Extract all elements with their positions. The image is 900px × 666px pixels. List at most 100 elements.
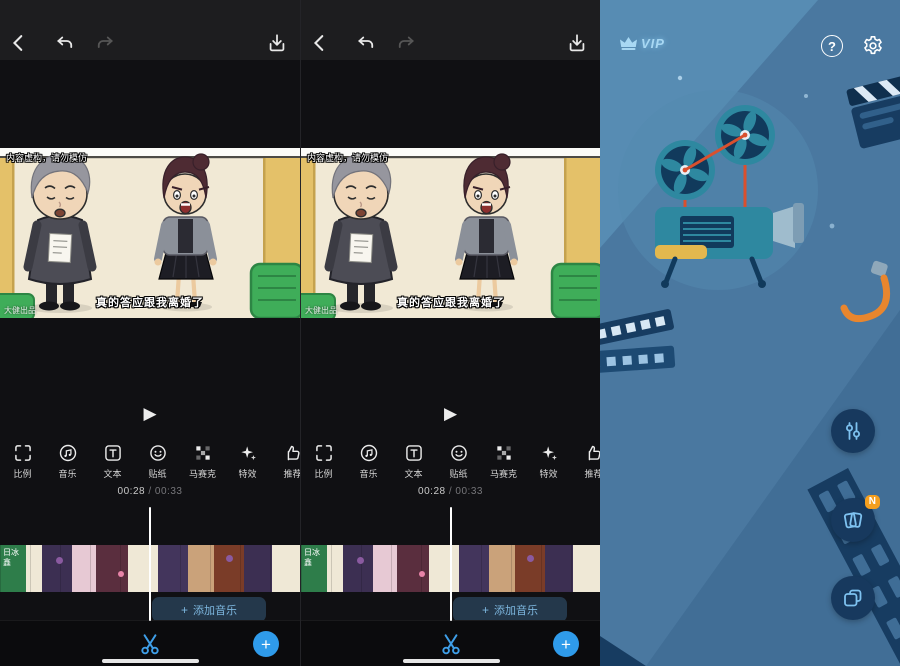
music-icon xyxy=(58,443,78,463)
home-illustration xyxy=(600,0,900,666)
clip-tag-text: 日冰鑫 xyxy=(3,548,25,568)
tool-label: 推荐 xyxy=(283,467,300,480)
tool-label: 特效 xyxy=(539,467,557,480)
editor-panel: 内容虚构，请勿模仿 真的答应跟我离婚了 大健出品 ▶ 比例 音乐 文本 贴纸 xyxy=(300,0,600,666)
sticker-icon xyxy=(449,443,469,463)
plus-icon: + xyxy=(561,636,571,653)
music-icon xyxy=(359,443,379,463)
ratio-icon xyxy=(13,443,33,463)
undo-icon[interactable] xyxy=(355,32,377,54)
tool-sticker[interactable]: 贴纸 xyxy=(135,438,180,484)
time-separator: / xyxy=(145,486,155,497)
thumbnail-figure xyxy=(527,555,534,562)
undo-icon[interactable] xyxy=(54,32,76,54)
plus-icon: + xyxy=(181,603,188,617)
export-icon[interactable] xyxy=(566,32,588,54)
subtitle-text: 真的答应跟我离婚了 xyxy=(301,294,600,310)
home-indicator xyxy=(102,659,199,663)
home-indicator xyxy=(403,659,500,663)
overlap-squares-icon xyxy=(841,586,865,610)
disclaimer-text: 内容虚构，请勿模仿 xyxy=(6,151,87,164)
tool-label: 特效 xyxy=(238,467,256,480)
time-current: 00:28 xyxy=(118,486,146,497)
time-display: 00:28 / 00:33 xyxy=(0,486,300,497)
tool-label: 贴纸 xyxy=(449,467,467,480)
tool-music[interactable]: 音乐 xyxy=(346,438,391,484)
editor-panels: 内容虚构，请勿模仿 真的答应跟我离婚了 大健出品 ▶ 比例 音乐 文本 贴纸 xyxy=(0,0,600,666)
redo-icon[interactable] xyxy=(94,32,116,54)
add-music-label: 添加音乐 xyxy=(193,602,237,618)
clip-tag-text: 日冰鑫 xyxy=(304,548,326,568)
playhead[interactable] xyxy=(149,507,151,621)
add-clip-button[interactable]: + xyxy=(553,631,579,657)
tool-ratio[interactable]: 比例 xyxy=(301,438,346,484)
thumbnail-figure xyxy=(419,571,425,577)
cartoon-scene-illustration xyxy=(0,148,300,318)
time-separator: / xyxy=(446,486,456,497)
split-scissors-button[interactable] xyxy=(137,631,163,657)
playhead[interactable] xyxy=(450,507,452,621)
time-total: 00:33 xyxy=(155,486,183,497)
thumbnail-figure xyxy=(56,557,63,564)
time-display: 00:28 / 00:33 xyxy=(301,486,600,497)
tool-sticker[interactable]: 贴纸 xyxy=(436,438,481,484)
notification-badge: N xyxy=(865,495,880,509)
gallery-button[interactable] xyxy=(831,576,875,620)
play-button[interactable]: ▶ xyxy=(301,404,600,424)
watermark-text: 大健出品 xyxy=(305,305,337,316)
video-preview[interactable]: 内容虚构，请勿模仿 真的答应跟我离婚了 大健出品 xyxy=(0,148,300,318)
thumbnail-figure xyxy=(357,557,364,564)
ratio-icon xyxy=(314,443,334,463)
cartoon-scene-illustration xyxy=(301,148,600,318)
tool-mosaic[interactable]: 马赛克 xyxy=(481,438,526,484)
crown-icon xyxy=(620,37,637,51)
video-preview[interactable]: 内容虚构，请勿模仿 真的答应跟我离婚了 大健出品 xyxy=(301,148,600,318)
play-button[interactable]: ▶ xyxy=(0,404,300,424)
plus-icon: + xyxy=(482,603,489,617)
tool-mosaic[interactable]: 马赛克 xyxy=(180,438,225,484)
tool-music[interactable]: 音乐 xyxy=(45,438,90,484)
tool-ratio[interactable]: 比例 xyxy=(0,438,45,484)
cards-icon xyxy=(841,508,865,532)
editor-panel: 内容虚构，请勿模仿 真的答应跟我离婚了 大健出品 ▶ 比例 音乐 文本 贴纸 xyxy=(0,0,300,666)
settings-button[interactable] xyxy=(862,35,884,57)
editor-topbar xyxy=(0,0,300,60)
question-icon: ? xyxy=(828,39,836,54)
vip-badge[interactable]: VIP xyxy=(620,36,665,51)
help-button[interactable]: ? xyxy=(821,35,843,57)
tool-text[interactable]: 文本 xyxy=(90,438,135,484)
add-music-button[interactable]: + 添加音乐 xyxy=(152,597,266,622)
back-icon[interactable] xyxy=(309,32,331,54)
effects-icon xyxy=(539,443,559,463)
tool-effects[interactable]: 特效 xyxy=(526,438,571,484)
thumbnail-figure xyxy=(226,555,233,562)
tool-recommend[interactable]: 推荐 xyxy=(571,438,600,484)
templates-button[interactable]: N xyxy=(831,498,875,542)
tool-label: 比例 xyxy=(314,467,332,480)
tool-label: 音乐 xyxy=(359,467,377,480)
editor-toolbar: 比例 音乐 文本 贴纸 马赛克 特效 xyxy=(0,438,300,484)
sticker-icon xyxy=(148,443,168,463)
export-icon[interactable] xyxy=(266,32,288,54)
subtitle-text: 真的答应跟我离婚了 xyxy=(0,294,300,310)
adjust-button[interactable] xyxy=(831,409,875,453)
back-icon[interactable] xyxy=(8,32,30,54)
add-music-button[interactable]: + 添加音乐 xyxy=(453,597,567,622)
tool-label: 马赛克 xyxy=(189,467,216,480)
plus-icon: + xyxy=(261,636,271,653)
editor-topbar xyxy=(301,0,600,60)
mosaic-icon xyxy=(193,443,213,463)
effects-icon xyxy=(238,443,258,463)
sliders-icon xyxy=(841,419,865,443)
split-scissors-button[interactable] xyxy=(438,631,464,657)
thumbs-up-icon xyxy=(584,443,601,463)
tool-text[interactable]: 文本 xyxy=(391,438,436,484)
editor-toolbar: 比例 音乐 文本 贴纸 马赛克 特效 xyxy=(301,438,600,484)
add-clip-button[interactable]: + xyxy=(253,631,279,657)
tool-effects[interactable]: 特效 xyxy=(225,438,270,484)
tool-label: 音乐 xyxy=(58,467,76,480)
redo-icon[interactable] xyxy=(395,32,417,54)
tool-label: 文本 xyxy=(103,467,121,480)
tool-recommend[interactable]: 推荐 xyxy=(270,438,300,484)
disclaimer-text: 内容虚构，请勿模仿 xyxy=(307,151,388,164)
